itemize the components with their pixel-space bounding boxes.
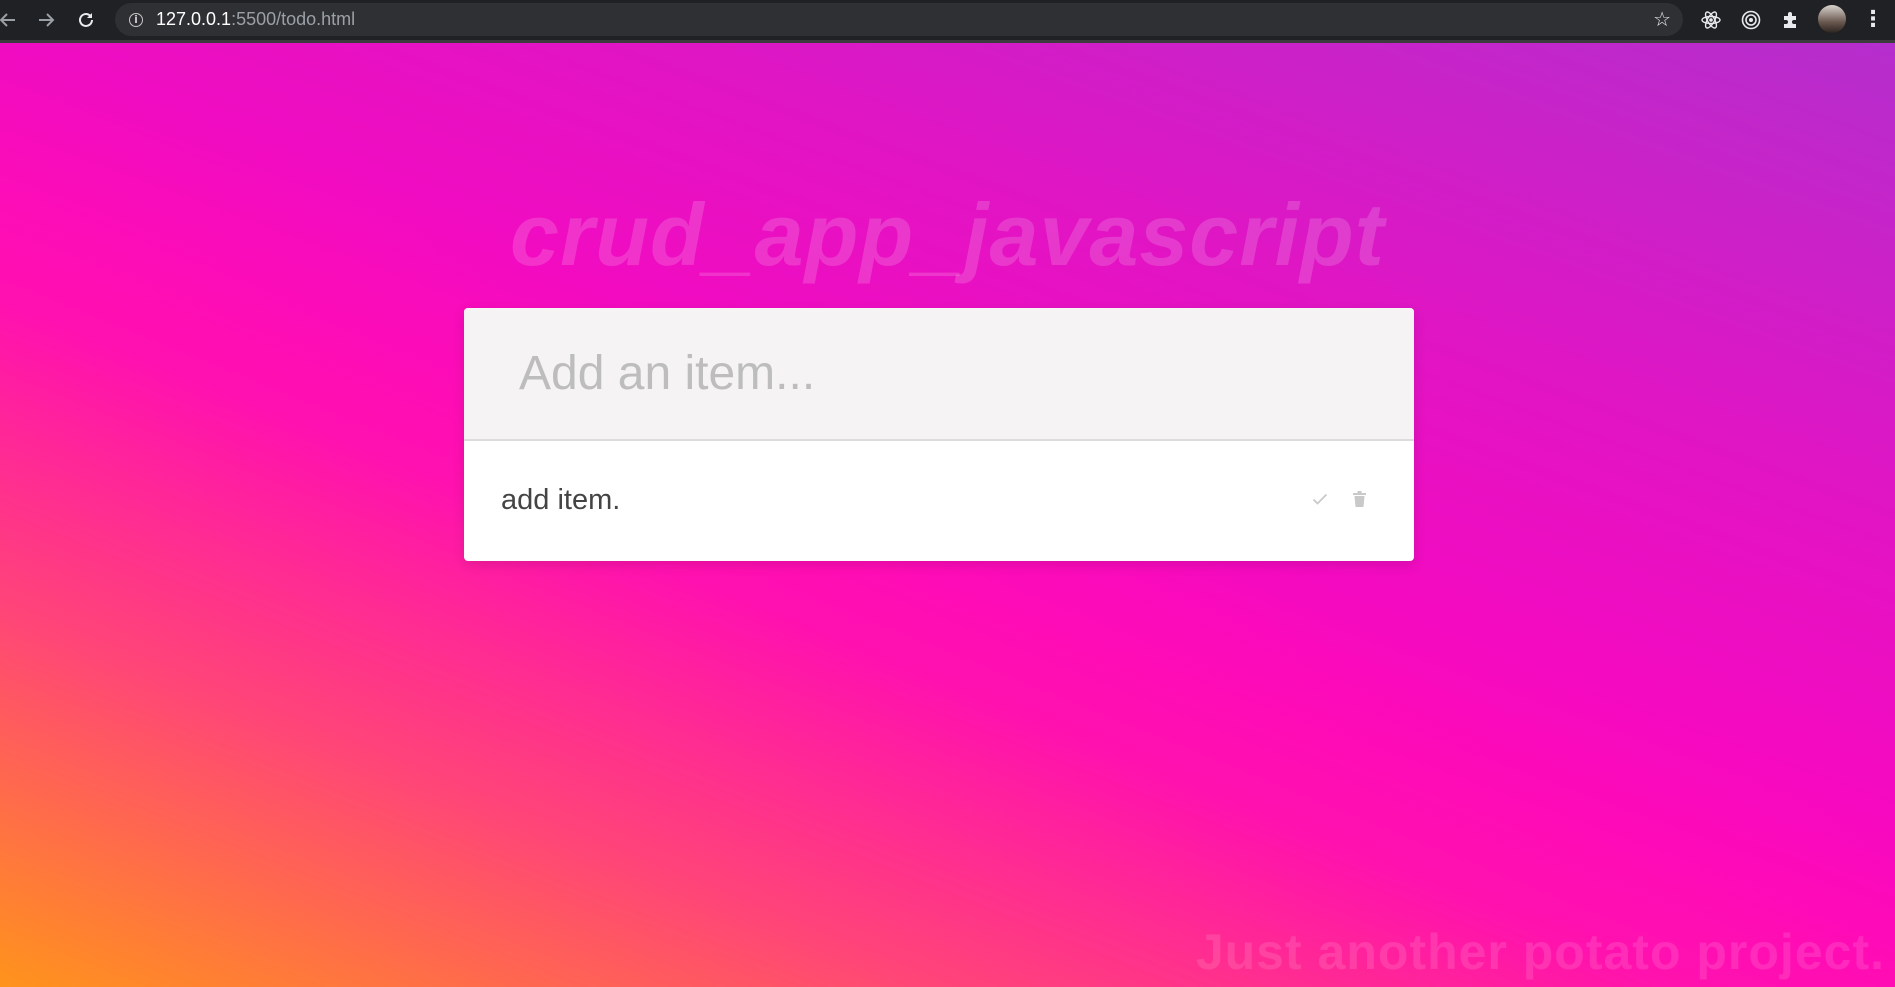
delete-button[interactable]	[1348, 488, 1370, 510]
avatar[interactable]	[1818, 5, 1846, 33]
react-devtools-icon[interactable]	[1697, 6, 1725, 34]
menu-icon[interactable]: ⋮	[1862, 6, 1884, 34]
forward-icon	[39, 13, 55, 27]
forward-button[interactable]	[28, 2, 64, 38]
url-text[interactable]: 127.0.0.1:5500/todo.html	[156, 9, 355, 30]
page-background: crud_app_javascript add item. Just anoth…	[0, 43, 1895, 987]
complete-button[interactable]	[1309, 488, 1331, 510]
browser-toolbar: i 127.0.0.1:5500/todo.html ☆ ⋮	[0, 0, 1895, 43]
address-bar[interactable]: i 127.0.0.1:5500/todo.html ☆	[115, 3, 1683, 36]
star-icon[interactable]: ☆	[1653, 7, 1671, 31]
back-button[interactable]	[0, 2, 26, 38]
extensions-puzzle-icon[interactable]	[1777, 6, 1805, 34]
target-extension-icon[interactable]	[1737, 6, 1765, 34]
todo-card: add item.	[464, 308, 1414, 561]
trash-icon	[1352, 491, 1366, 507]
todo-item-text: add item.	[501, 483, 621, 516]
add-item-input[interactable]	[464, 308, 1414, 441]
info-icon[interactable]: i	[129, 12, 143, 27]
url-host: 127.0.0.1	[156, 9, 232, 29]
app-title: crud_app_javascript	[510, 185, 1385, 284]
check-icon	[1312, 493, 1328, 505]
reload-icon	[79, 12, 93, 27]
reload-button[interactable]	[68, 2, 104, 38]
list-item: add item.	[464, 441, 1414, 559]
back-icon	[0, 13, 15, 27]
url-path: :5500/todo.html	[231, 9, 356, 29]
footer-tagline: Just another potato project.	[1195, 924, 1885, 980]
